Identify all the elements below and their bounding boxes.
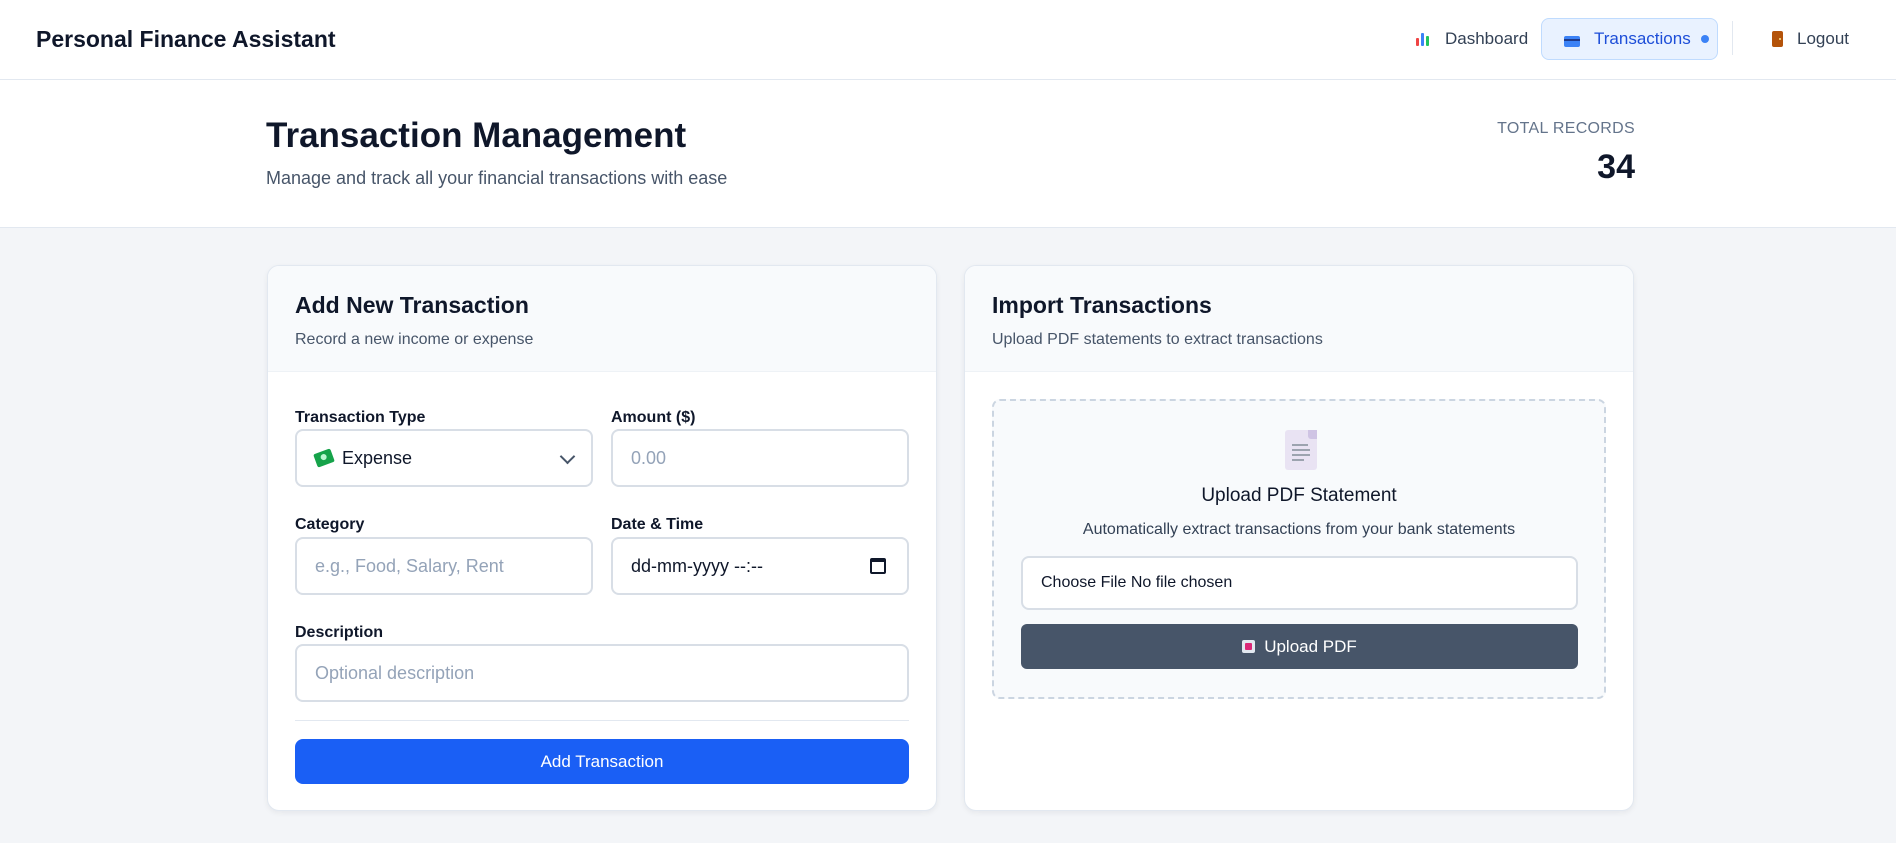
dropzone-subtitle: Automatically extract transactions from …: [1082, 521, 1516, 538]
file-input[interactable]: Choose File No file chosen: [1021, 556, 1578, 610]
upload-pdf-label: Upload PDF: [1264, 636, 1357, 656]
description-label: Description: [295, 624, 384, 641]
card-header: Add New Transaction Record a new income …: [268, 266, 936, 372]
total-records-value: 34: [1597, 148, 1635, 186]
datetime-value: dd-mm-yyyy --:--: [631, 555, 763, 576]
app-title: Personal Finance Assistant: [36, 26, 336, 52]
nav-item-label: Transactions: [1594, 29, 1691, 48]
upload-icon: [1242, 640, 1256, 653]
nav-item-transactions[interactable]: Transactions: [1541, 18, 1718, 60]
import-transactions-card: Import Transactions Upload PDF statement…: [964, 265, 1634, 811]
transaction-type-label: Transaction Type: [295, 409, 426, 426]
datetime-label: Date & Time: [611, 516, 704, 533]
nav-item-logout[interactable]: Logout: [1772, 18, 1849, 60]
page-subtitle: Manage and track all your financial tran…: [266, 168, 728, 188]
credit-card-icon: [1564, 35, 1580, 47]
chevron-down-icon: [559, 448, 576, 465]
upload-pdf-button[interactable]: Upload PDF: [1021, 624, 1578, 669]
add-transaction-card: Add New Transaction Record a new income …: [267, 265, 937, 811]
nav-item-label: Dashboard: [1445, 29, 1529, 48]
card-subtitle: Upload PDF statements to extract transac…: [992, 331, 1323, 348]
page-title: Transaction Management: [266, 116, 687, 155]
card-subtitle: Record a new income or expense: [295, 331, 534, 348]
add-transaction-button[interactable]: Add Transaction: [295, 739, 909, 784]
datetime-input[interactable]: dd-mm-yyyy --:--: [611, 537, 909, 595]
card-header: Import Transactions Upload PDF statement…: [965, 266, 1633, 372]
card-title: Import Transactions: [992, 292, 1212, 318]
form-divider: [295, 720, 909, 721]
calendar-icon[interactable]: [870, 558, 886, 574]
total-records-label: TOTAL RECORDS: [1497, 120, 1635, 137]
door-icon: [1772, 31, 1783, 47]
nav-divider: [1732, 21, 1733, 55]
active-indicator: [1700, 35, 1709, 43]
transaction-type-value: Expense: [342, 447, 413, 468]
amount-input[interactable]: 0.00: [611, 429, 909, 487]
nav-item-label: Logout: [1797, 29, 1849, 48]
card-title: Add New Transaction: [295, 292, 529, 318]
transaction-type-select[interactable]: Expense: [295, 429, 593, 487]
document-icon: [1285, 430, 1317, 470]
page-header: Transaction Management Manage and track …: [0, 80, 1896, 228]
amount-label: Amount ($): [611, 409, 696, 426]
description-input[interactable]: Optional description: [295, 644, 909, 702]
pdf-dropzone[interactable]: Upload PDF Statement Automatically extra…: [992, 399, 1606, 699]
nav-item-dashboard[interactable]: Dashboard: [1415, 18, 1528, 60]
bar-chart-icon: [1415, 31, 1431, 47]
money-icon: [313, 448, 335, 468]
category-input[interactable]: e.g., Food, Salary, Rent: [295, 537, 593, 595]
top-nav: Personal Finance Assistant Dashboard Tra…: [0, 0, 1896, 80]
category-label: Category: [295, 516, 365, 533]
dropzone-title: Upload PDF Statement: [1201, 485, 1397, 506]
